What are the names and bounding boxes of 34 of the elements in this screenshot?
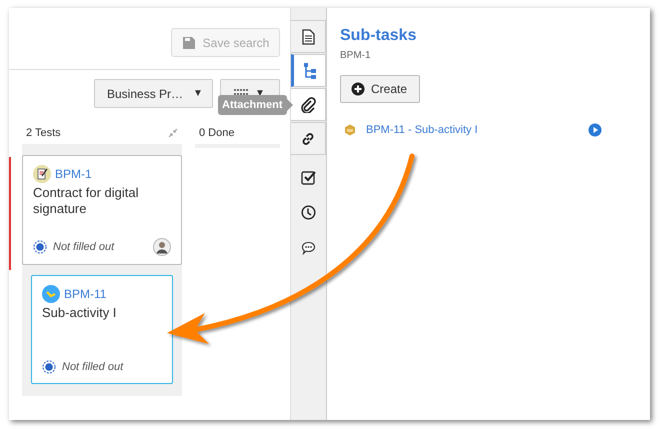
clipboard-icon: [33, 165, 51, 183]
task-key-link[interactable]: BPM-1: [55, 165, 92, 183]
create-button[interactable]: Create: [340, 75, 420, 104]
task-title: Contract for digital signature: [33, 185, 140, 216]
clock-icon[interactable]: [301, 205, 316, 220]
package-icon: [344, 124, 356, 136]
document-icon: [301, 28, 315, 44]
task-card[interactable]: BPM-1 Contract for digital signature Not filled out: [22, 155, 182, 265]
task-title: Sub-activity I: [42, 305, 118, 321]
tree-icon: [302, 62, 316, 80]
panel-title: Sub-tasks: [340, 26, 418, 46]
side-tab[interactable]: [291, 88, 326, 121]
subtask-link[interactable]: BPM-11 - Sub-activity I: [366, 122, 478, 139]
status-icon: [42, 360, 56, 374]
filter-dropdown[interactable]: Business Pr… ▼: [94, 79, 213, 108]
panel-subtitle: BPM-1: [340, 49, 372, 64]
column-heading: 2 Tests: [26, 126, 61, 141]
column-heading: 0 Done: [199, 126, 234, 141]
task-status: Not filled out: [62, 360, 124, 374]
play-icon[interactable]: [588, 123, 602, 138]
add-icon: [351, 82, 365, 96]
status-icon: [33, 240, 47, 254]
task-key-link[interactable]: BPM-11: [64, 285, 106, 303]
checkbox-icon[interactable]: [301, 170, 316, 185]
chat-icon[interactable]: [301, 240, 316, 254]
tooltip: Attachment: [218, 95, 293, 115]
task-status: Not filled out: [53, 240, 114, 255]
side-tab[interactable]: [291, 122, 326, 155]
save-icon: [182, 36, 196, 50]
side-tab[interactable]: [291, 20, 326, 53]
subtask-icon: [42, 285, 60, 303]
link-icon: [300, 130, 316, 146]
task-card[interactable]: BPM-11 Sub-activity I Not filled out: [31, 275, 173, 384]
paperclip-icon: [300, 96, 316, 112]
